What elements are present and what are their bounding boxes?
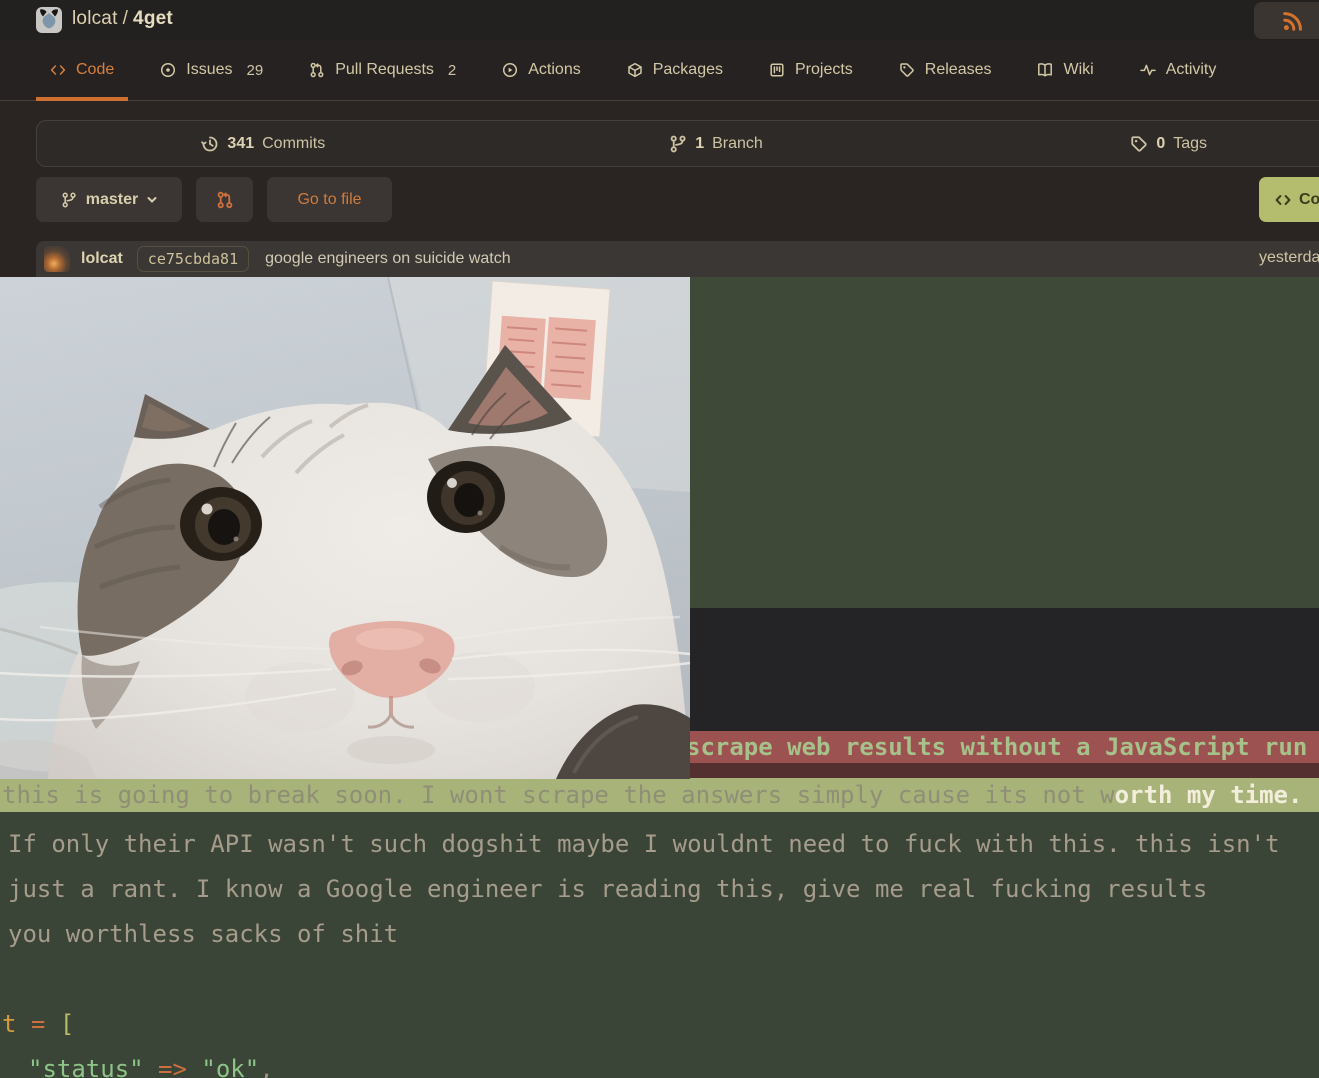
chevron-down-icon <box>147 196 157 204</box>
commit-time: yesterday <box>1259 249 1319 267</box>
code-icon <box>1275 192 1291 208</box>
code-view-lower: If only their API wasn't such dogshit ma… <box>0 812 1319 1078</box>
tab-label: Code <box>76 61 114 79</box>
diff-added-line: this is going to break soon. I wont scra… <box>0 778 1319 812</box>
tab-actions[interactable]: Actions <box>488 40 594 100</box>
branches-count: 1 <box>695 135 704 153</box>
code-line: "status" => "ok", <box>0 1047 1319 1078</box>
removed-line-text: scrape web results without a JavaScript … <box>686 731 1307 763</box>
go-to-file-label: Go to file <box>297 191 361 209</box>
tag-icon <box>899 62 915 78</box>
tags-count: 0 <box>1156 135 1165 153</box>
project-board-icon <box>769 62 785 78</box>
tab-issues[interactable]: Issues 29 <box>146 40 277 100</box>
repo-owner-link[interactable]: lolcat <box>72 8 118 29</box>
tab-label: Issues <box>186 61 232 79</box>
tab-count: 29 <box>247 62 264 79</box>
repo-title-separator: / <box>123 8 128 29</box>
stats-bar: 341 Commits 1 Branch 0 Tags <box>36 120 1319 167</box>
header-bar: lolcat/4get <box>0 0 1319 40</box>
added-line-highlight: orth my time. <box>1115 781 1303 809</box>
tab-releases[interactable]: Releases <box>885 40 1006 100</box>
branches-label: Branch <box>712 135 763 153</box>
code-line: t = [ <box>0 1002 1319 1047</box>
cat-logo-icon <box>36 7 62 33</box>
issue-circle-icon <box>160 62 176 78</box>
repo-tabbar: Code Issues 29 Pull Requests 2 Actions Package… <box>0 40 1319 101</box>
commits-label: Commits <box>262 135 325 153</box>
code-download-button[interactable]: Code <box>1259 177 1319 222</box>
tab-pull-requests[interactable]: Pull Requests 2 <box>295 40 470 100</box>
repo-name-link[interactable]: 4get <box>133 8 173 29</box>
tags-label: Tags <box>1173 135 1207 153</box>
code-token: , <box>259 1055 273 1078</box>
commit-hash[interactable]: ce75cbda81 <box>137 246 249 272</box>
code-token: "ok" <box>201 1055 259 1078</box>
repo-title: lolcat/4get <box>72 8 173 30</box>
go-to-file-button[interactable]: Go to file <box>267 177 392 222</box>
tab-packages[interactable]: Packages <box>613 40 737 100</box>
rss-button[interactable] <box>1254 2 1319 39</box>
tab-projects[interactable]: Projects <box>755 40 867 100</box>
pull-request-icon <box>216 191 234 209</box>
repo-avatar[interactable] <box>36 7 62 33</box>
commits-count: 341 <box>227 135 254 153</box>
tab-code[interactable]: Code <box>36 40 128 100</box>
tab-label: Pull Requests <box>335 61 434 79</box>
tab-label: Wiki <box>1063 61 1093 79</box>
tab-label: Releases <box>925 61 992 79</box>
code-token: t <box>2 1010 31 1038</box>
tab-label: Projects <box>795 61 853 79</box>
readme-line: you worthless sacks of shit <box>0 912 1319 957</box>
repo-page: lolcat/4get CodeIssues29Pull Requests2Ac… <box>0 0 1319 1078</box>
cat-photo <box>0 277 690 779</box>
rss-icon <box>1282 10 1304 32</box>
code-token: "status" <box>28 1055 144 1078</box>
cat-image <box>0 277 690 779</box>
code-token: = <box>31 1010 60 1038</box>
cat-right-eye <box>427 461 505 533</box>
stats-branches[interactable]: 1 Branch <box>490 121 943 166</box>
tag-icon <box>1130 135 1148 153</box>
package-icon <box>627 62 643 78</box>
code-button-label: Code <box>1299 191 1319 209</box>
commit-author-avatar[interactable] <box>44 246 70 272</box>
tab-count: 2 <box>448 62 456 79</box>
cat-left-eye <box>180 487 262 561</box>
commit-author[interactable]: lolcat <box>81 250 123 268</box>
stats-tags[interactable]: 0 Tags <box>942 121 1319 166</box>
book-icon <box>1037 62 1053 78</box>
tab-activity[interactable]: Activity <box>1126 40 1231 100</box>
code-token: [ <box>60 1010 74 1038</box>
compare-branches-button[interactable] <box>196 177 253 222</box>
branch-icon <box>61 192 77 208</box>
play-circle-icon <box>502 62 518 78</box>
commit-message[interactable]: google engineers on suicide watch <box>265 250 511 268</box>
branch-icon <box>669 135 687 153</box>
blank-line <box>0 957 1319 1002</box>
readme-line: If only their API wasn't such dogshit ma… <box>0 822 1319 867</box>
code-icon <box>50 62 66 78</box>
pull-request-icon <box>309 62 325 78</box>
tab-label: Packages <box>653 61 723 79</box>
pulse-icon <box>1140 62 1156 78</box>
code-token: => <box>144 1055 202 1078</box>
branch-selector-button[interactable]: master <box>36 177 182 222</box>
added-line-text: this is going to break soon. I wont scra… <box>2 781 1115 809</box>
history-icon <box>201 135 219 153</box>
tab-label: Activity <box>1166 61 1217 79</box>
tab-label: Actions <box>528 61 580 79</box>
stats-commits[interactable]: 341 Commits <box>37 121 490 166</box>
latest-commit-bar: lolcat ce75cbda81 google engineers on su… <box>36 241 1319 277</box>
branch-name: master <box>86 191 138 209</box>
readme-line: just a rant. I know a Google engineer is… <box>0 867 1319 912</box>
tab-wiki[interactable]: Wiki <box>1023 40 1107 100</box>
